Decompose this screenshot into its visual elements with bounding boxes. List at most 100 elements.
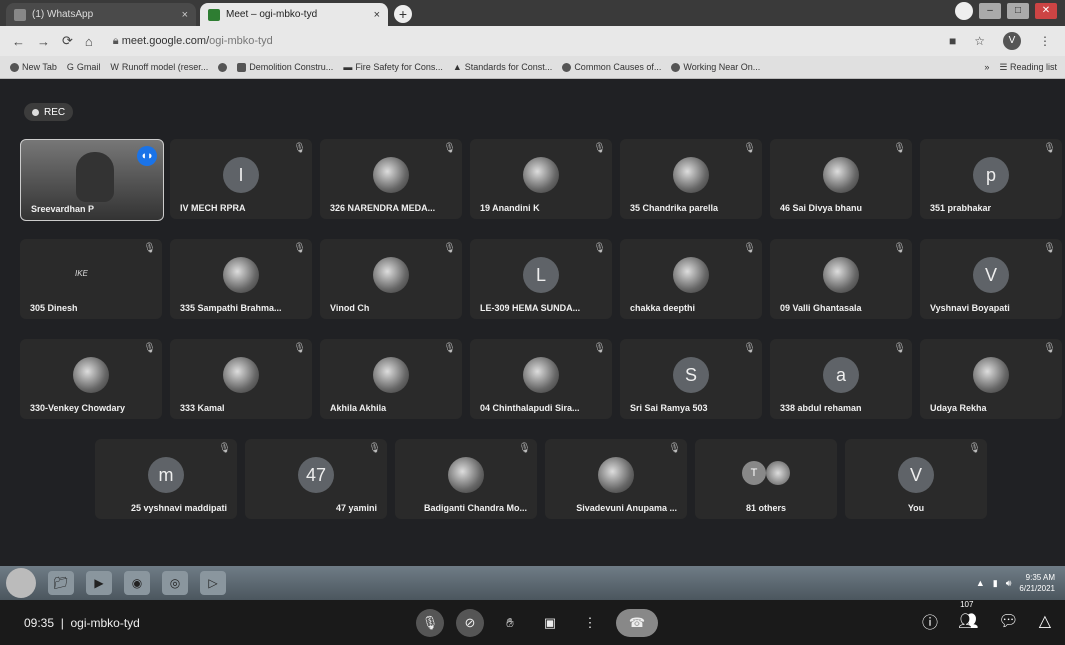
chrome-icon[interactable]: ◎	[162, 571, 188, 595]
meeting-time: 09:35	[24, 616, 55, 630]
bookmark-common-causes[interactable]: Common Causes of...	[562, 62, 661, 72]
participant-tile[interactable]: 🎙︎ V You	[845, 439, 987, 519]
bookmark-standards[interactable]: ▲ Standards for Const...	[453, 62, 552, 72]
bookmark-item[interactable]	[218, 62, 228, 72]
profile-avatar[interactable]: V	[1003, 32, 1021, 50]
back-icon[interactable]: ←	[12, 34, 25, 49]
bookmark-working-near[interactable]: Working Near On...	[671, 62, 760, 72]
participant-tile[interactable]: 🎙︎ Vinod Ch	[320, 239, 462, 319]
participant-tile[interactable]: 🎙︎ 47 47 yamini	[245, 439, 387, 519]
bookmark-gmail[interactable]: G Gmail	[67, 62, 101, 72]
more-bookmarks-icon[interactable]: »	[984, 62, 989, 73]
bookmark-runoff[interactable]: W Runoff model (reser...	[110, 62, 208, 72]
mic-muted-icon: 🎙︎	[968, 443, 981, 454]
globe-icon	[671, 62, 681, 72]
participant-tile[interactable]: 🎙︎ chakka deepthi	[620, 239, 762, 319]
participant-tile[interactable]: 🎙︎ IKE 305 Dinesh	[20, 239, 162, 319]
mic-toggle-icon[interactable]: 🎙︎	[416, 609, 444, 637]
bookmark-new-tab[interactable]: New Tab	[10, 62, 57, 72]
reload-icon[interactable]: ⟳	[62, 33, 73, 49]
participant-tile[interactable]: 🎙︎ Sivadevuni Anupama ...	[545, 439, 687, 519]
participant-avatar	[673, 257, 709, 293]
meet-stage: REC ◖◗ Sreevardhan P 🎙︎ I IV MECH RPRA 🎙︎ 326 …	[0, 79, 1065, 637]
recording-badge: REC	[24, 103, 74, 121]
file-explorer-icon[interactable]: 📁︎	[48, 571, 74, 595]
participant-avatar	[523, 157, 559, 193]
participant-tile[interactable]: 🎙︎ S Sri Sai Ramya 503	[620, 339, 762, 419]
leave-call-icon[interactable]: ☎︎	[616, 609, 658, 637]
clock[interactable]: 9:35 AM 6/21/2021	[1019, 572, 1055, 594]
participant-name: 338 abdul rehaman	[780, 403, 862, 413]
menu-dots-icon[interactable]: ⋮	[1039, 34, 1051, 48]
mic-muted-icon: 🎙︎	[293, 143, 306, 154]
participant-tile[interactable]: 🎙︎ 335 Sampathi Brahma...	[170, 239, 312, 319]
more-options-icon[interactable]: ⋮	[576, 609, 604, 637]
mic-muted-icon: 🎙︎	[443, 343, 456, 354]
meet-icon	[208, 8, 220, 21]
participant-tile[interactable]: 🎙︎ p 351 prabhakar	[920, 139, 1062, 219]
participant-tile[interactable]: ◖◗ Sreevardhan P	[20, 139, 164, 221]
participant-tile[interactable]: 🎙︎ 35 Chandrika parella	[620, 139, 762, 219]
participant-tile[interactable]: 🎙︎ a 338 abdul rehaman	[770, 339, 912, 419]
bookmark-demolition[interactable]: Demolition Constru...	[237, 62, 333, 72]
tab-whatsapp[interactable]: (1) WhatsApp ×	[6, 3, 196, 26]
raise-hand-icon[interactable]: ✋︎	[496, 609, 524, 637]
tray-arrow-icon[interactable]: ▲	[976, 578, 985, 588]
clock-time: 9:35 AM	[1025, 573, 1055, 582]
participant-tile[interactable]: 🎙︎ 04 Chinthalapudi Sira...	[470, 339, 612, 419]
windows-taskbar: 📁︎ ▶ ◉ ◎ ▷ ▲ ▮ 🔊︎ 9:35 AM 6/21/2021	[0, 566, 1065, 600]
address-bar: ← → ⟳ ⌂ 🔒︎ meet.google.com/ogi-mbko-tyd …	[0, 26, 1065, 56]
firefox-icon[interactable]: ◉	[124, 571, 150, 595]
participant-name: Sreevardhan P	[31, 204, 95, 214]
participant-tile[interactable]: 🎙︎ Udaya Rekha	[920, 339, 1062, 419]
participant-tile[interactable]: 🎙︎ 326 NARENDRA MEDA...	[320, 139, 462, 219]
media-player-icon[interactable]: ▶	[86, 571, 112, 595]
participant-tile[interactable]: 🎙︎ 19 Anandini K	[470, 139, 612, 219]
site-icon: ▲	[452, 62, 462, 72]
participant-tile[interactable]: 🎙︎ 09 Valli Ghantasala	[770, 239, 912, 319]
chat-icon[interactable]: 💬︎	[998, 611, 1018, 631]
participant-tile[interactable]: 🎙︎ Badiganti Chandra Mo...	[395, 439, 537, 519]
app-icon[interactable]: ▷	[200, 571, 226, 595]
participant-name: Badiganti Chandra Mo...	[423, 503, 527, 513]
volume-icon[interactable]: 🔊︎	[1006, 578, 1012, 589]
participant-tile[interactable]: 🎙︎ V Vyshnavi Boyapati	[920, 239, 1062, 319]
close-window-icon[interactable]: ✕	[1035, 3, 1057, 19]
participant-tile[interactable]: 🎙︎ L LE-309 HEMA SUNDA...	[470, 239, 612, 319]
tab-meet[interactable]: Meet – ogi-mbko-tyd ×	[200, 3, 388, 26]
bookmark-fire-safety[interactable]: ▬ Fire Safety for Cons...	[343, 62, 443, 72]
new-tab-button[interactable]: +	[394, 5, 412, 23]
tab-label: Meet – ogi-mbko-tyd	[226, 9, 318, 20]
participant-tile[interactable]: 🎙︎ Akhila Akhila	[320, 339, 462, 419]
reading-list[interactable]: ☰ Reading list	[999, 62, 1057, 73]
bookmark-label: Standards for Const...	[464, 62, 553, 72]
activities-icon[interactable]: △	[1039, 611, 1051, 631]
close-tab-icon[interactable]: ×	[182, 9, 188, 21]
participant-name: 35 Chandrika parella	[630, 203, 719, 213]
participant-tile[interactable]: 🎙︎ m 25 vyshnavi maddipati	[95, 439, 237, 519]
network-icon[interactable]: ▮	[993, 578, 998, 589]
bookmark-star-icon[interactable]: ☆	[974, 34, 985, 48]
people-icon[interactable]: 107 👥︎	[958, 600, 978, 631]
chrome-profile-icon[interactable]	[955, 2, 973, 20]
bookmark-label: Working Near On...	[683, 62, 761, 72]
participant-name: 47 yamini	[335, 503, 377, 513]
participant-tile[interactable]: 🎙︎ I IV MECH RPRA	[170, 139, 312, 219]
participant-tile[interactable]: 🎙︎ 46 Sai Divya bhanu	[770, 139, 912, 219]
close-tab-icon[interactable]: ×	[374, 9, 380, 21]
forward-icon[interactable]: →	[37, 34, 50, 49]
maximize-icon[interactable]: □	[1007, 3, 1029, 19]
url-field[interactable]: 🔒︎ meet.google.com/ogi-mbko-tyd	[113, 35, 273, 48]
start-button[interactable]	[6, 568, 36, 598]
camera-toggle-icon[interactable]: ⊘	[456, 609, 484, 637]
participant-tile[interactable]: 🎙︎ 333 Kamal	[170, 339, 312, 419]
present-screen-icon[interactable]: ▣	[536, 609, 564, 637]
home-icon[interactable]: ⌂	[85, 34, 93, 49]
participant-tile[interactable]: 🎙︎ 330-Venkey Chowdary	[20, 339, 162, 419]
camera-indicator-icon[interactable]: ■	[949, 34, 956, 48]
rec-label: REC	[44, 106, 66, 118]
minimize-icon[interactable]: –	[979, 3, 1001, 19]
participant-tile[interactable]: T 81 others	[695, 439, 837, 519]
meeting-info-icon[interactable]: ⓘ	[922, 609, 938, 633]
participant-avatar	[598, 457, 634, 493]
